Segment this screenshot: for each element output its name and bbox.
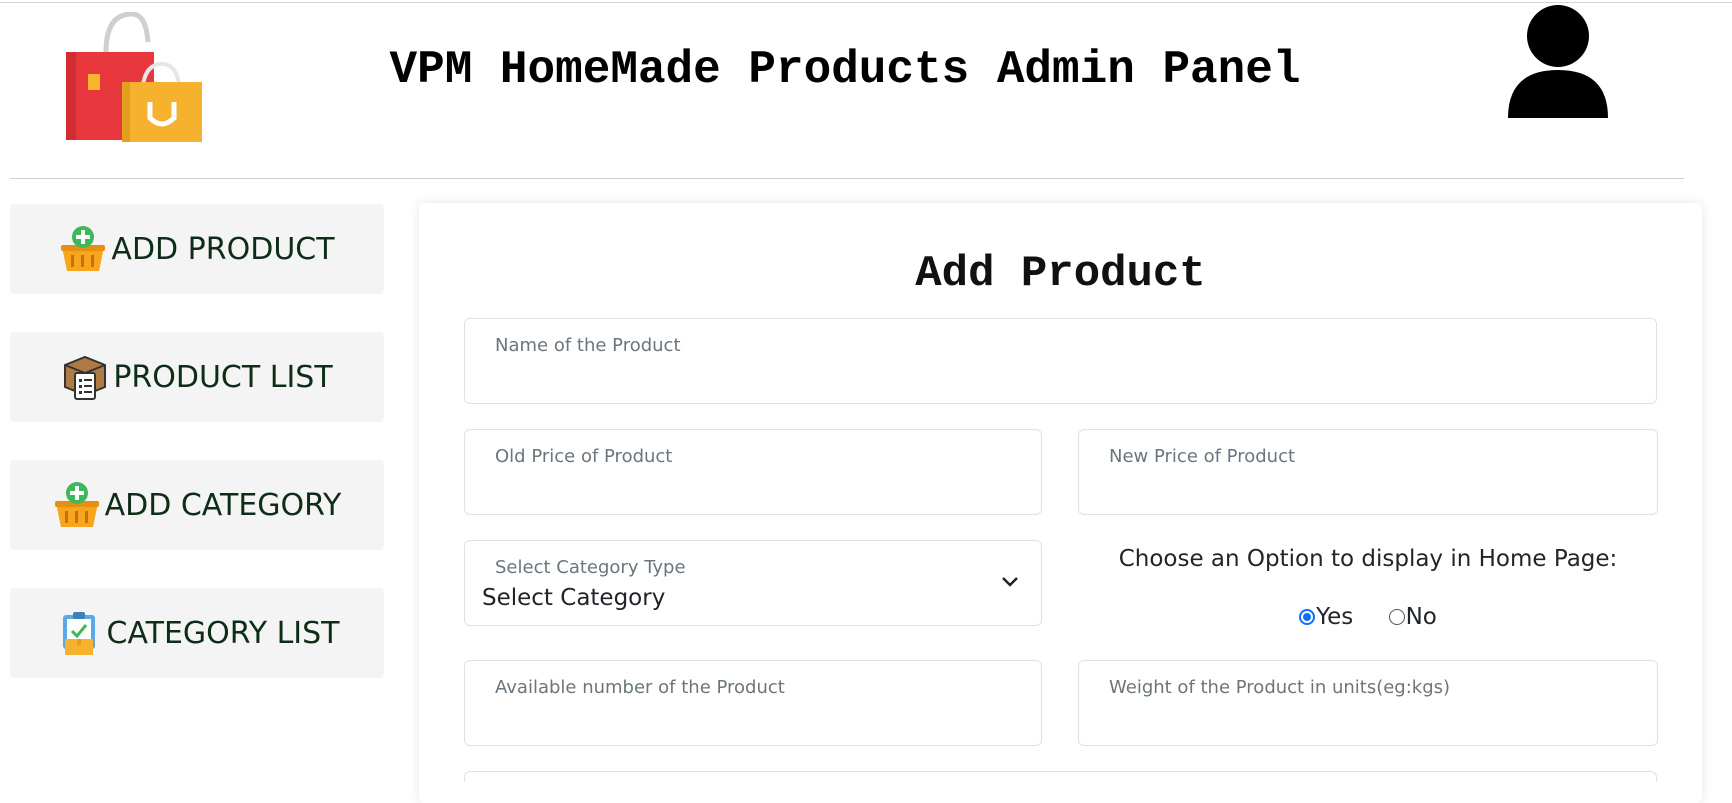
field-label: Weight of the Product in units(eg:kgs)	[1109, 677, 1451, 698]
user-avatar-icon[interactable]	[1508, 2, 1608, 118]
category-select-value: Select Category	[482, 585, 666, 611]
sidebar-item-add-category[interactable]: ADD CATEGORY	[10, 460, 384, 550]
form-title: Add Product	[915, 249, 1206, 299]
field-label: New Price of Product	[1109, 446, 1296, 467]
home-display-question: Choose an Option to display in Home Page…	[1118, 546, 1618, 572]
radio-no-label: No	[1405, 604, 1437, 630]
next-field-partial[interactable]	[464, 771, 1657, 782]
radio-yes-indicator[interactable]	[1299, 609, 1316, 625]
radio-no-indicator[interactable]	[1388, 609, 1405, 625]
radio-yes-label: Yes	[1316, 604, 1354, 630]
category-select[interactable]: Select Category Type Select Category	[464, 540, 1042, 626]
home-display-radio-group: Yes No	[1078, 604, 1658, 631]
field-label: Old Price of Product	[495, 446, 673, 467]
field-label: Select Category Type	[495, 557, 686, 578]
product-name-field[interactable]: Name of the Product	[464, 318, 1657, 404]
available-quantity-field[interactable]: Available number of the Product	[464, 660, 1042, 746]
sidebar-item-category-list[interactable]: CATEGORY LIST	[10, 588, 384, 678]
page-header: VPM HomeMade Products Admin Panel	[0, 0, 1732, 178]
box-checklist-icon	[64, 355, 107, 400]
radio-no[interactable]: No	[1388, 604, 1437, 630]
sidebar-item-label: CATEGORY LIST	[106, 615, 340, 651]
sidebar-item-product-list[interactable]: PRODUCT LIST	[10, 332, 384, 422]
add-basket-icon	[61, 226, 106, 271]
chevron-down-icon	[1002, 577, 1018, 587]
clipboard-box-icon	[62, 612, 95, 655]
field-label: Available number of the Product	[495, 677, 785, 698]
sidebar-item-add-product[interactable]: ADD PRODUCT	[10, 204, 384, 294]
old-price-field[interactable]: Old Price of Product	[464, 429, 1042, 515]
sidebar-item-label: ADD CATEGORY	[104, 487, 342, 523]
field-label: Name of the Product	[495, 335, 681, 356]
radio-yes[interactable]: Yes	[1299, 604, 1353, 630]
header-divider	[10, 178, 1684, 179]
new-price-field[interactable]: New Price of Product	[1078, 429, 1658, 515]
sidebar-item-label: ADD PRODUCT	[111, 231, 335, 267]
weight-field[interactable]: Weight of the Product in units(eg:kgs)	[1078, 660, 1658, 746]
add-basket-icon	[54, 482, 99, 527]
page-title: VPM HomeMade Products Admin Panel	[389, 44, 1301, 96]
sidebar-item-label: PRODUCT LIST	[113, 359, 333, 395]
